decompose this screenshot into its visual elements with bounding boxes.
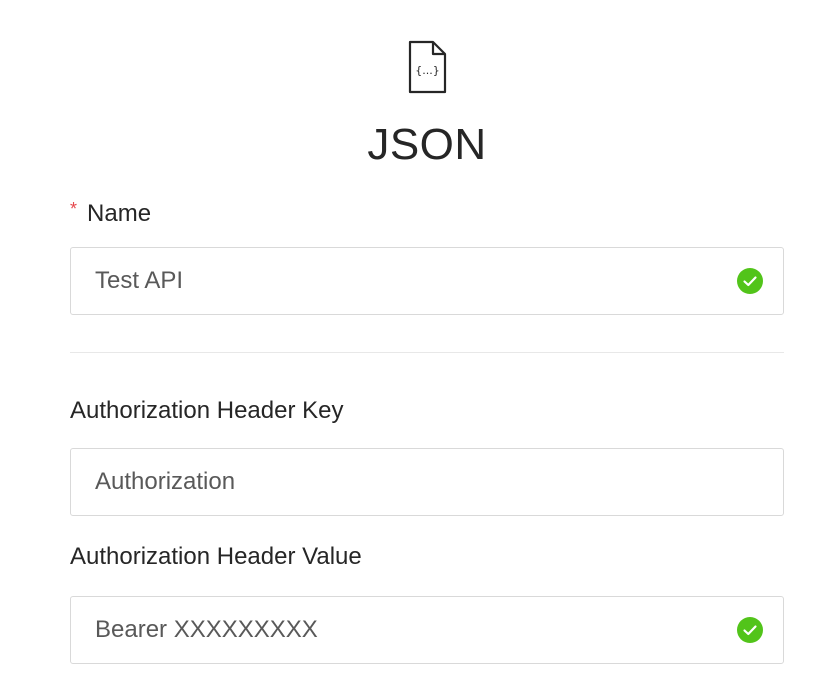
header: {...} JSON xyxy=(0,40,826,170)
name-label-text: Name xyxy=(87,200,152,227)
json-file-icon: {...} xyxy=(408,40,447,94)
auth-key-field[interactable] xyxy=(70,448,784,516)
json-connection-form-page: {...} JSON * Name Authorization Header Ke… xyxy=(0,0,826,680)
auth-key-input[interactable] xyxy=(71,449,695,515)
check-circle-icon xyxy=(737,617,763,643)
page-title: JSON xyxy=(367,120,487,169)
name-field[interactable] xyxy=(70,247,784,315)
auth-value-field[interactable] xyxy=(70,596,784,664)
section-divider xyxy=(70,352,784,353)
name-label: * Name xyxy=(70,195,151,228)
svg-text:{...}: {...} xyxy=(415,64,440,77)
auth-value-label: Authorization Header Value xyxy=(70,543,362,570)
auth-key-label: Authorization Header Key xyxy=(70,397,344,424)
required-marker: * xyxy=(70,199,78,219)
check-circle-icon xyxy=(737,268,763,294)
auth-value-input[interactable] xyxy=(71,597,695,663)
name-input[interactable] xyxy=(71,248,695,314)
